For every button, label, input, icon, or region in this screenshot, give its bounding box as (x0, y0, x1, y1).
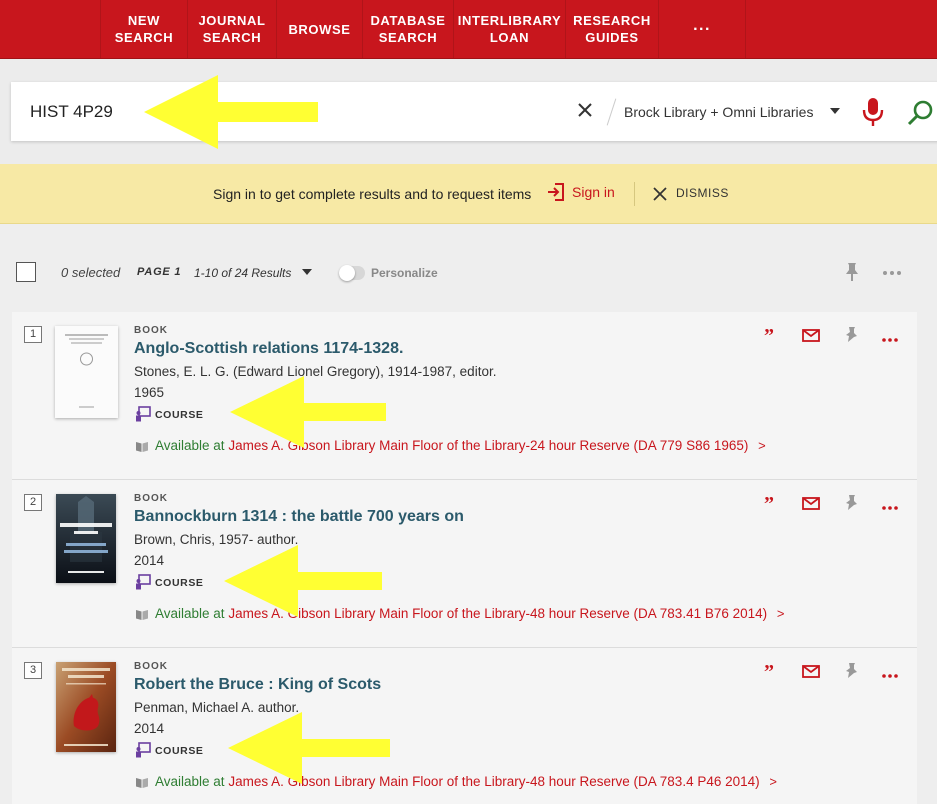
course-icon (136, 406, 151, 422)
course-label: COURSE (155, 409, 204, 421)
results-range[interactable]: 1-10 of 24 Results (194, 266, 291, 280)
banner-divider (634, 182, 635, 206)
dismiss-button[interactable]: DISMISS (676, 186, 729, 200)
nav-interlibrary-loan[interactable]: INTERLIBRARY LOAN (454, 0, 566, 58)
selected-count: 0 selected (61, 265, 121, 280)
nav-new-search[interactable]: NEW SEARCH (100, 0, 188, 58)
book-open-icon (136, 442, 148, 452)
chevron-right-icon[interactable]: > (777, 606, 785, 621)
pin-icon[interactable] (844, 494, 860, 512)
annotation-arrow-course (224, 545, 382, 617)
citation-icon[interactable]: ” (764, 326, 778, 344)
availability-location: Main Floor of the Library-48 hour Reserv… (379, 606, 768, 621)
cover-art (55, 326, 118, 418)
pin-icon[interactable] (843, 262, 861, 282)
close-icon[interactable] (653, 187, 667, 201)
result-year: 2014 (134, 553, 165, 568)
result-item[interactable]: 2 BOOK Bannockburn 1314 : the battle 700… (12, 480, 917, 648)
result-title[interactable]: Anglo-Scottish relations 1174-1328. (134, 340, 403, 358)
nav-research-guides[interactable]: RESEARCH GUIDES (566, 0, 659, 58)
personalize-toggle[interactable] (339, 265, 365, 281)
availability-location: Main Floor of the Library-48 hour Reserv… (379, 774, 760, 789)
availability-status: Available at (155, 774, 225, 789)
result-number[interactable]: 3 (24, 662, 42, 679)
book-cover[interactable] (56, 494, 116, 583)
email-icon[interactable] (802, 326, 820, 344)
result-type: BOOK (134, 493, 168, 504)
result-year: 1965 (134, 385, 165, 400)
book-cover[interactable] (56, 662, 116, 752)
sign-in-icon[interactable] (547, 182, 565, 202)
pin-icon[interactable] (844, 326, 860, 344)
result-item[interactable]: 3 BOOK Robert the Bruce : King of Scots … (12, 648, 917, 804)
pin-icon[interactable] (844, 662, 860, 680)
toggle-knob (339, 265, 355, 281)
result-year: 2014 (134, 721, 165, 736)
nav-database-search[interactable]: DATABASE SEARCH (363, 0, 454, 58)
book-open-icon (136, 778, 148, 788)
clear-search-icon[interactable] (574, 99, 596, 121)
availability-status: Available at (155, 438, 225, 453)
select-all-checkbox[interactable] (16, 262, 36, 282)
result-type: BOOK (134, 661, 168, 672)
chevron-right-icon[interactable]: > (758, 438, 766, 453)
cover-art (56, 662, 116, 752)
more-icon[interactable] (882, 667, 898, 685)
availability-location: Main Floor of the Library-24 hour Reserv… (379, 438, 749, 453)
svg-text:”: ” (764, 662, 774, 680)
nav-browse[interactable]: BROWSE (277, 0, 363, 58)
citation-icon[interactable]: ” (764, 662, 778, 680)
course-label: COURSE (155, 577, 204, 589)
result-title[interactable]: Robert the Bruce : King of Scots (134, 676, 381, 694)
svg-text:”: ” (764, 326, 774, 344)
chevron-down-icon[interactable] (302, 269, 312, 275)
result-item[interactable]: 1 BOOK Anglo-Scottish relations 1174-132… (12, 312, 917, 480)
top-nav: NEW SEARCH JOURNAL SEARCH BROWSE DATABAS… (0, 0, 937, 59)
signin-banner: Sign in to get complete results and to r… (0, 164, 937, 224)
email-icon[interactable] (802, 494, 820, 512)
chevron-right-icon[interactable]: > (769, 774, 777, 789)
email-icon[interactable] (802, 662, 820, 680)
course-icon (136, 742, 151, 758)
result-type: BOOK (134, 325, 168, 336)
more-icon[interactable] (882, 270, 902, 276)
page-indicator: PAGE 1 (137, 266, 182, 278)
annotation-arrow-search (144, 75, 318, 149)
citation-icon[interactable]: ” (764, 494, 778, 512)
sign-in-link[interactable]: Sign in (572, 184, 615, 200)
search-scope-select[interactable]: Brock Library + Omni Libraries (624, 104, 813, 120)
cover-art (56, 494, 116, 583)
annotation-arrow-course (228, 712, 390, 784)
result-title[interactable]: Bannockburn 1314 : the battle 700 years … (134, 508, 464, 526)
svg-text:”: ” (764, 494, 774, 512)
course-label: COURSE (155, 745, 204, 757)
search-area: Brock Library + Omni Libraries (0, 59, 937, 164)
result-number[interactable]: 1 (24, 326, 42, 343)
chevron-down-icon[interactable] (830, 108, 840, 114)
nav-more[interactable]: ··· (659, 0, 746, 58)
search-separator (606, 98, 617, 126)
more-icon[interactable] (882, 499, 898, 517)
search-icon[interactable] (906, 98, 936, 128)
availability-status: Available at (155, 606, 225, 621)
microphone-icon[interactable] (861, 96, 885, 128)
result-number[interactable]: 2 (24, 494, 42, 511)
annotation-arrow-course (230, 376, 386, 448)
course-icon (136, 574, 151, 590)
results-toolbar: 0 selected PAGE 1 1-10 of 24 Results Per… (0, 248, 937, 298)
more-icon[interactable] (882, 331, 898, 349)
book-cover[interactable] (55, 326, 118, 418)
book-open-icon (136, 610, 148, 620)
personalize-label[interactable]: Personalize (371, 266, 438, 280)
nav-journal-search[interactable]: JOURNAL SEARCH (188, 0, 277, 58)
signin-message: Sign in to get complete results and to r… (213, 186, 532, 202)
